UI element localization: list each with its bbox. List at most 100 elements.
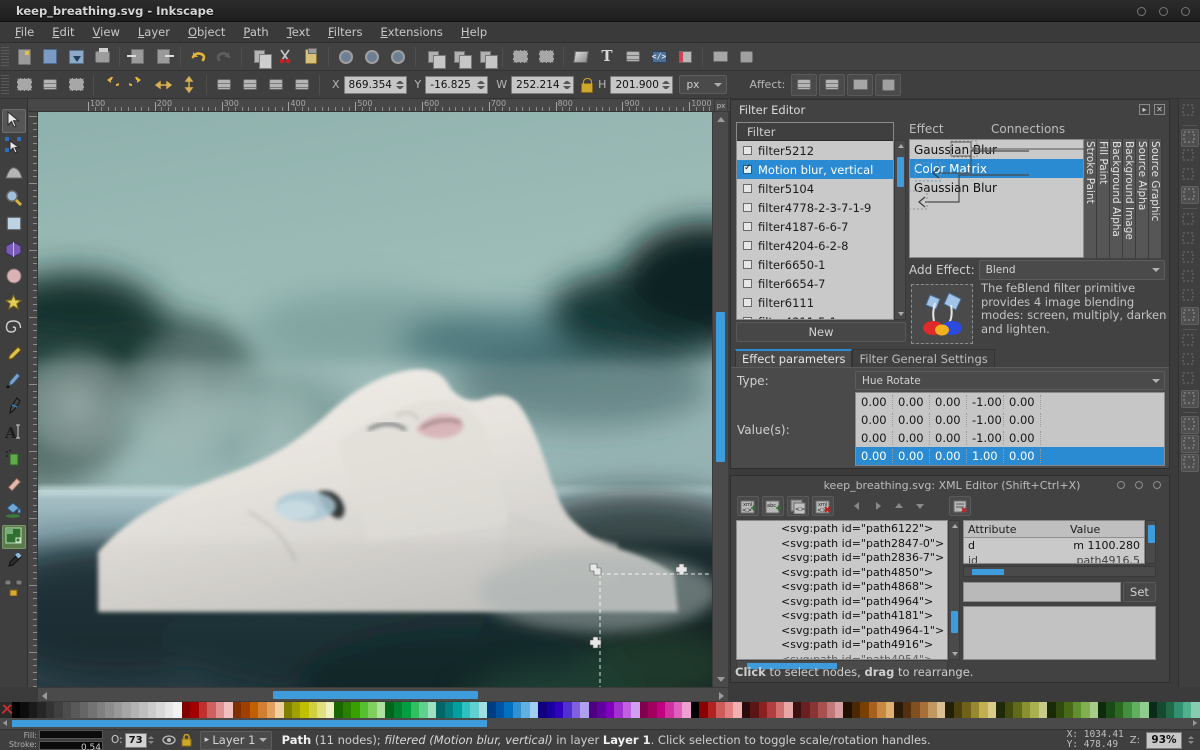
palette-swatch[interactable]	[266, 702, 276, 718]
palette-swatch[interactable]	[224, 702, 233, 718]
palette-swatch[interactable]	[648, 702, 657, 718]
star-tool[interactable]	[2, 291, 26, 315]
palette-scroll-thumb[interactable]	[12, 720, 487, 727]
snap-bbox-midpoints[interactable]	[1180, 186, 1199, 204]
connection-column[interactable]: Background Image	[1123, 139, 1136, 258]
x-spinbox[interactable]	[343, 75, 407, 94]
matrix-cell[interactable]: 0.00	[856, 413, 893, 427]
paint-bucket-tool[interactable]	[2, 499, 26, 523]
filter-checkbox[interactable]	[743, 203, 752, 212]
palette-swatch[interactable]	[911, 702, 920, 718]
snap-page-border[interactable]	[1180, 416, 1199, 434]
palette-swatch[interactable]	[563, 702, 572, 718]
palette-swatch[interactable]	[1055, 702, 1065, 718]
connector-tool[interactable]	[2, 577, 26, 601]
palette-swatch[interactable]	[215, 702, 225, 718]
xml-maximize-button[interactable]	[1135, 481, 1143, 489]
xml-minimize-button[interactable]	[1117, 481, 1125, 489]
ruler-unit-badge[interactable]: px	[714, 99, 728, 112]
palette-swatch[interactable]	[1123, 702, 1132, 718]
undo-button[interactable]	[186, 45, 210, 69]
filter-list-item[interactable]: filter4204-6-2-8	[737, 236, 893, 255]
palette-swatch[interactable]	[1038, 702, 1048, 718]
palette-swatch[interactable]	[894, 702, 903, 718]
menu-edit[interactable]: Edit	[43, 23, 83, 41]
palette-scrollbar[interactable]	[0, 718, 1200, 729]
palette-swatch[interactable]	[801, 702, 810, 718]
palette-swatch[interactable]	[631, 702, 640, 718]
selector-tool[interactable]	[1, 109, 26, 133]
palette-swatch[interactable]	[699, 702, 708, 718]
raise-to-top-button[interactable]	[212, 73, 236, 97]
align-distribute-button[interactable]	[673, 45, 697, 69]
attribute-row[interactable]: d m 1100.280	[964, 538, 1144, 553]
calligraphy-tool[interactable]	[2, 395, 26, 419]
attribute-hscrollbar[interactable]	[963, 566, 1156, 577]
lock-closed-icon[interactable]	[580, 77, 594, 93]
palette-swatch[interactable]	[885, 702, 895, 718]
deselect-button[interactable]	[64, 73, 88, 97]
palette-swatch[interactable]	[843, 702, 852, 718]
xml-tree-node[interactable]: <svg:path id="path4181">	[737, 609, 947, 624]
matrix-cell[interactable]: 0.00	[930, 413, 967, 427]
eraser-tool[interactable]	[2, 473, 26, 497]
group-button[interactable]	[447, 45, 472, 69]
select-all-button[interactable]	[12, 73, 36, 97]
ellipse-tool[interactable]	[2, 265, 26, 289]
palette-swatch[interactable]	[1047, 702, 1056, 718]
palette-swatch[interactable]	[232, 702, 242, 718]
snap-guides[interactable]	[1180, 454, 1199, 472]
scroll-down-icon[interactable]	[952, 652, 958, 656]
palette-swatch[interactable]	[139, 702, 148, 718]
pencil-tool[interactable]	[2, 343, 26, 367]
palette-swatch[interactable]	[393, 702, 403, 718]
matrix-cell[interactable]: 0.00	[893, 431, 930, 445]
palette-swatch[interactable]	[605, 702, 615, 718]
matrix-cell[interactable]: 0.00	[1004, 395, 1041, 409]
palette-swatch[interactable]	[860, 702, 869, 718]
palette-swatch[interactable]	[639, 702, 649, 718]
palette-swatch[interactable]	[385, 702, 394, 718]
matrix-cell[interactable]: 0.00	[930, 449, 967, 463]
palette-swatch[interactable]	[478, 702, 488, 718]
layer-lock-button[interactable]	[181, 733, 192, 747]
palette-swatch[interactable]	[707, 702, 717, 718]
palette-swatch[interactable]	[461, 702, 471, 718]
palette-swatch[interactable]	[130, 702, 140, 718]
palette-swatch[interactable]	[919, 702, 929, 718]
add-effect-select[interactable]: Blend	[978, 260, 1165, 280]
filter-list-item[interactable]: filter5104	[737, 179, 893, 198]
palette-swatch[interactable]	[71, 702, 80, 718]
palette-swatch[interactable]	[1106, 702, 1115, 718]
palette-swatch[interactable]	[376, 702, 386, 718]
indent-node-button[interactable]	[869, 497, 887, 515]
tab-effect-parameters[interactable]: Effect parameters	[735, 349, 853, 367]
scroll-right-icon[interactable]	[1193, 720, 1197, 726]
snap-bbox-corners[interactable]	[1181, 148, 1199, 166]
move-node-down-button[interactable]	[911, 497, 929, 515]
connection-column[interactable]: Fill Paint	[1097, 139, 1110, 258]
color-matrix-values[interactable]: 0.00 0.00 0.00 -1.00 0.00 0.00 0.00 0.00 -1.00 0.…	[855, 392, 1165, 466]
tweak-tool[interactable]	[2, 161, 26, 185]
filter-list-item[interactable]: filter6111	[737, 293, 893, 312]
palette-swatch[interactable]	[62, 702, 72, 718]
gradient-tool[interactable]	[1, 525, 26, 549]
matrix-cell[interactable]: 0.00	[856, 431, 893, 445]
lower-to-bottom-button[interactable]	[290, 73, 314, 97]
zoom-page-button[interactable]	[386, 45, 410, 69]
xml-tree-node[interactable]: <svg:path id="path2836-7">	[737, 551, 947, 566]
text-font-button[interactable]: T	[595, 45, 619, 69]
palette-swatch[interactable]	[775, 702, 785, 718]
palette-swatch[interactable]	[334, 702, 343, 718]
x-stepper[interactable]	[395, 77, 404, 93]
palette-swatch[interactable]	[1098, 702, 1107, 718]
canvas-horizontal-scrollbar[interactable]	[38, 687, 728, 701]
palette-swatch[interactable]	[147, 702, 157, 718]
rotate-ccw-button[interactable]	[99, 73, 123, 97]
xml-tree-node[interactable]: <svg:path id="path4850">	[737, 566, 947, 581]
select-all-layers-button[interactable]	[38, 73, 62, 97]
matrix-cell[interactable]: 0.00	[893, 413, 930, 427]
palette-swatch[interactable]	[970, 702, 980, 718]
delete-node-button[interactable]: xml <>	[812, 496, 834, 516]
palette-swatch[interactable]	[1140, 702, 1149, 718]
